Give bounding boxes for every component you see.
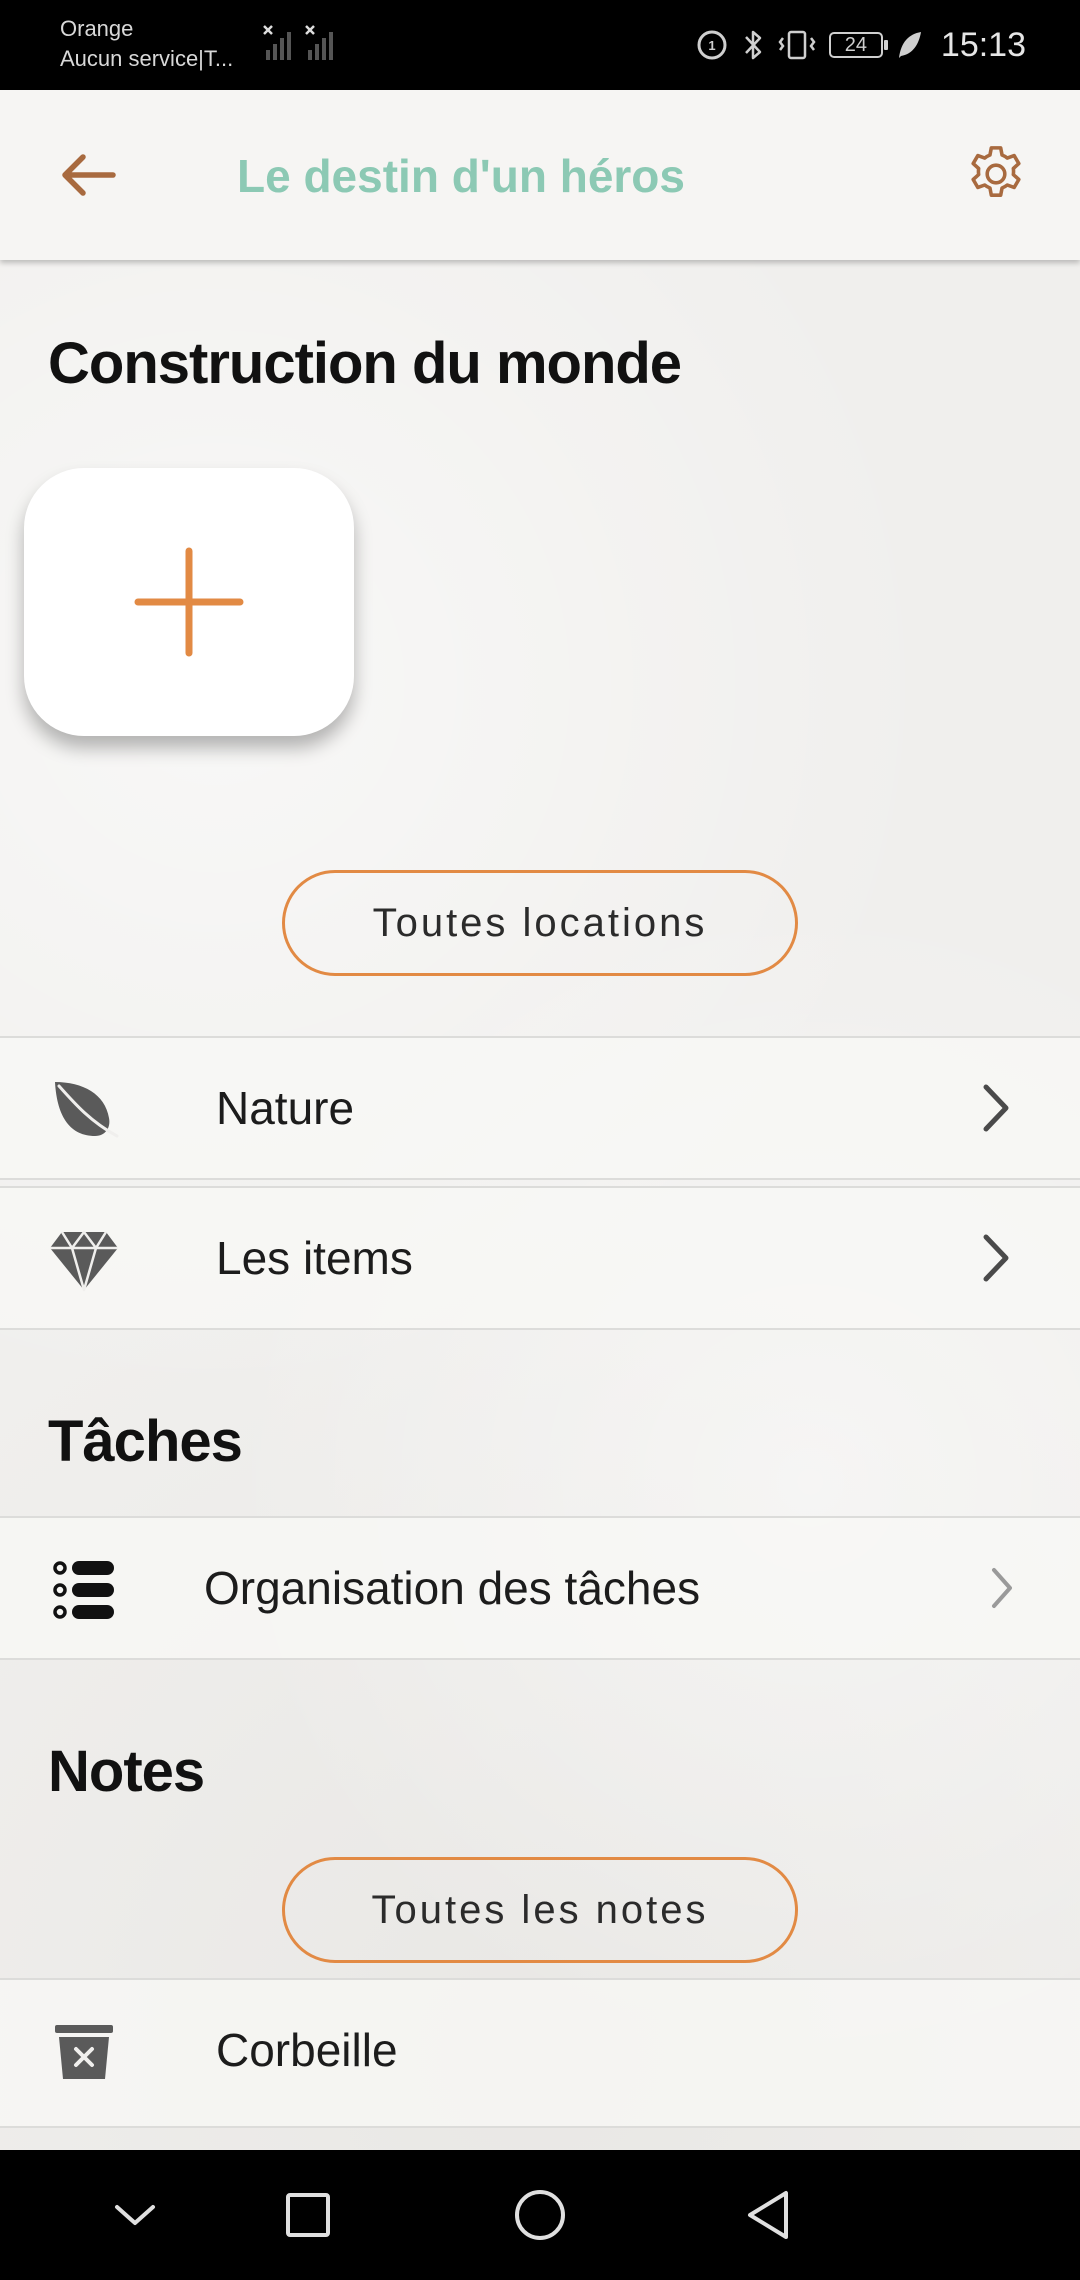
all-locations-button[interactable]: Toutes locations [282, 870, 798, 976]
trash-icon [44, 2012, 124, 2092]
chevron-right-icon [972, 1082, 1020, 1134]
bluetooth-icon [744, 30, 762, 60]
svg-text:1: 1 [708, 38, 715, 53]
settings-button[interactable] [956, 134, 1036, 214]
section-title-world-building: Construction du monde [48, 331, 682, 396]
list-item-items[interactable]: Les items [0, 1186, 1080, 1330]
add-location-button[interactable] [24, 468, 354, 736]
back-button[interactable] [48, 135, 128, 215]
list-item-label: Nature [216, 1082, 355, 1134]
task-list-icon [44, 1550, 124, 1630]
page-title: Le destin d'un héros [237, 150, 685, 202]
chevron-down-icon [115, 2205, 155, 2225]
chevron-right-icon [972, 1232, 1020, 1284]
list-item-task-organization[interactable]: Organisation des tâches [0, 1516, 1080, 1660]
system-nav-bar [0, 2150, 1080, 2280]
power-saving-leaf-icon [898, 32, 921, 58]
nav-home-button[interactable] [500, 2175, 580, 2255]
battery-indicator: 24 [828, 32, 888, 58]
gear-icon [971, 146, 1021, 197]
section-title-tasks: Tâches [48, 1409, 243, 1474]
diamond-icon [44, 1220, 124, 1300]
no-signal-icon [263, 25, 333, 60]
plus-icon [134, 547, 244, 657]
arrow-left-icon [62, 154, 116, 196]
chevron-right-icon [978, 1562, 1026, 1614]
square-icon [286, 2193, 330, 2237]
list-item-trash[interactable]: Corbeille [0, 1978, 1080, 2128]
nav-hide-keyboard-button[interactable] [95, 2175, 175, 2255]
vibrate-icon [778, 30, 816, 60]
data-saver-icon: 1 [697, 30, 727, 60]
list-item-label: Organisation des tâches [204, 1562, 701, 1614]
leaf-icon [44, 1070, 124, 1150]
section-title-notes: Notes [48, 1739, 205, 1804]
list-item-label: Corbeille [216, 2024, 398, 2076]
carrier-status: Aucun service|T... [60, 46, 234, 71]
nav-back-button[interactable] [728, 2175, 808, 2255]
circle-icon [515, 2190, 565, 2240]
status-bar: Orange Aucun service|T... 1 24 15:13 [0, 0, 1080, 90]
app-bar: Le destin d'un héros [0, 90, 1080, 260]
triangle-back-icon [748, 2191, 788, 2239]
battery-level: 24 [844, 33, 868, 56]
clock: 15:13 [940, 25, 1026, 64]
carrier-info: Orange Aucun service|T... [60, 14, 233, 74]
list-item-label: Les items [216, 1232, 413, 1284]
list-item-nature[interactable]: Nature [0, 1036, 1080, 1180]
status-icons: 1 24 15:13 [695, 22, 1026, 68]
all-notes-button[interactable]: Toutes les notes [282, 1857, 798, 1963]
carrier-name: Orange [60, 16, 134, 41]
nav-recents-button[interactable] [268, 2175, 348, 2255]
